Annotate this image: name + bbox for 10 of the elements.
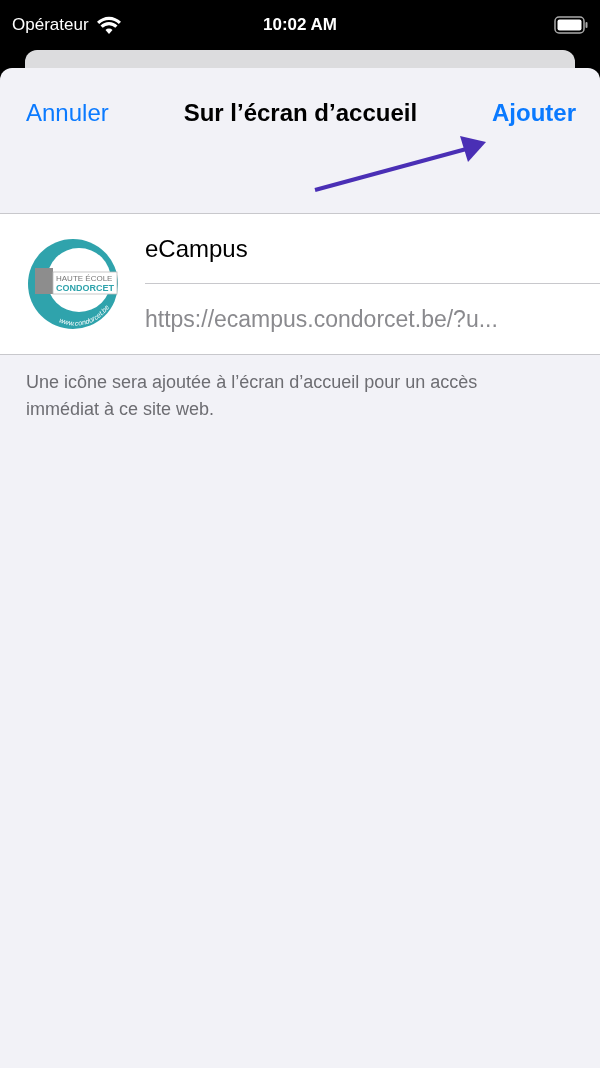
name-field[interactable]: eCampus bbox=[145, 230, 248, 267]
url-text: https://ecampus.condorcet.be/?u... bbox=[145, 304, 498, 334]
cancel-button[interactable]: Annuler bbox=[26, 95, 109, 131]
carrier-name: Opérateur bbox=[12, 14, 89, 37]
add-button[interactable]: Ajouter bbox=[492, 95, 576, 131]
wifi-icon bbox=[96, 16, 121, 34]
battery-icon bbox=[554, 16, 588, 34]
sheet-title: Sur l’écran d’accueil bbox=[183, 98, 418, 128]
clock-time: 10:02 AM bbox=[263, 14, 337, 37]
footer-note: Une icône sera ajoutée à l’écran d’accueil pour un accès immédiat à ce site web. bbox=[25, 371, 479, 421]
